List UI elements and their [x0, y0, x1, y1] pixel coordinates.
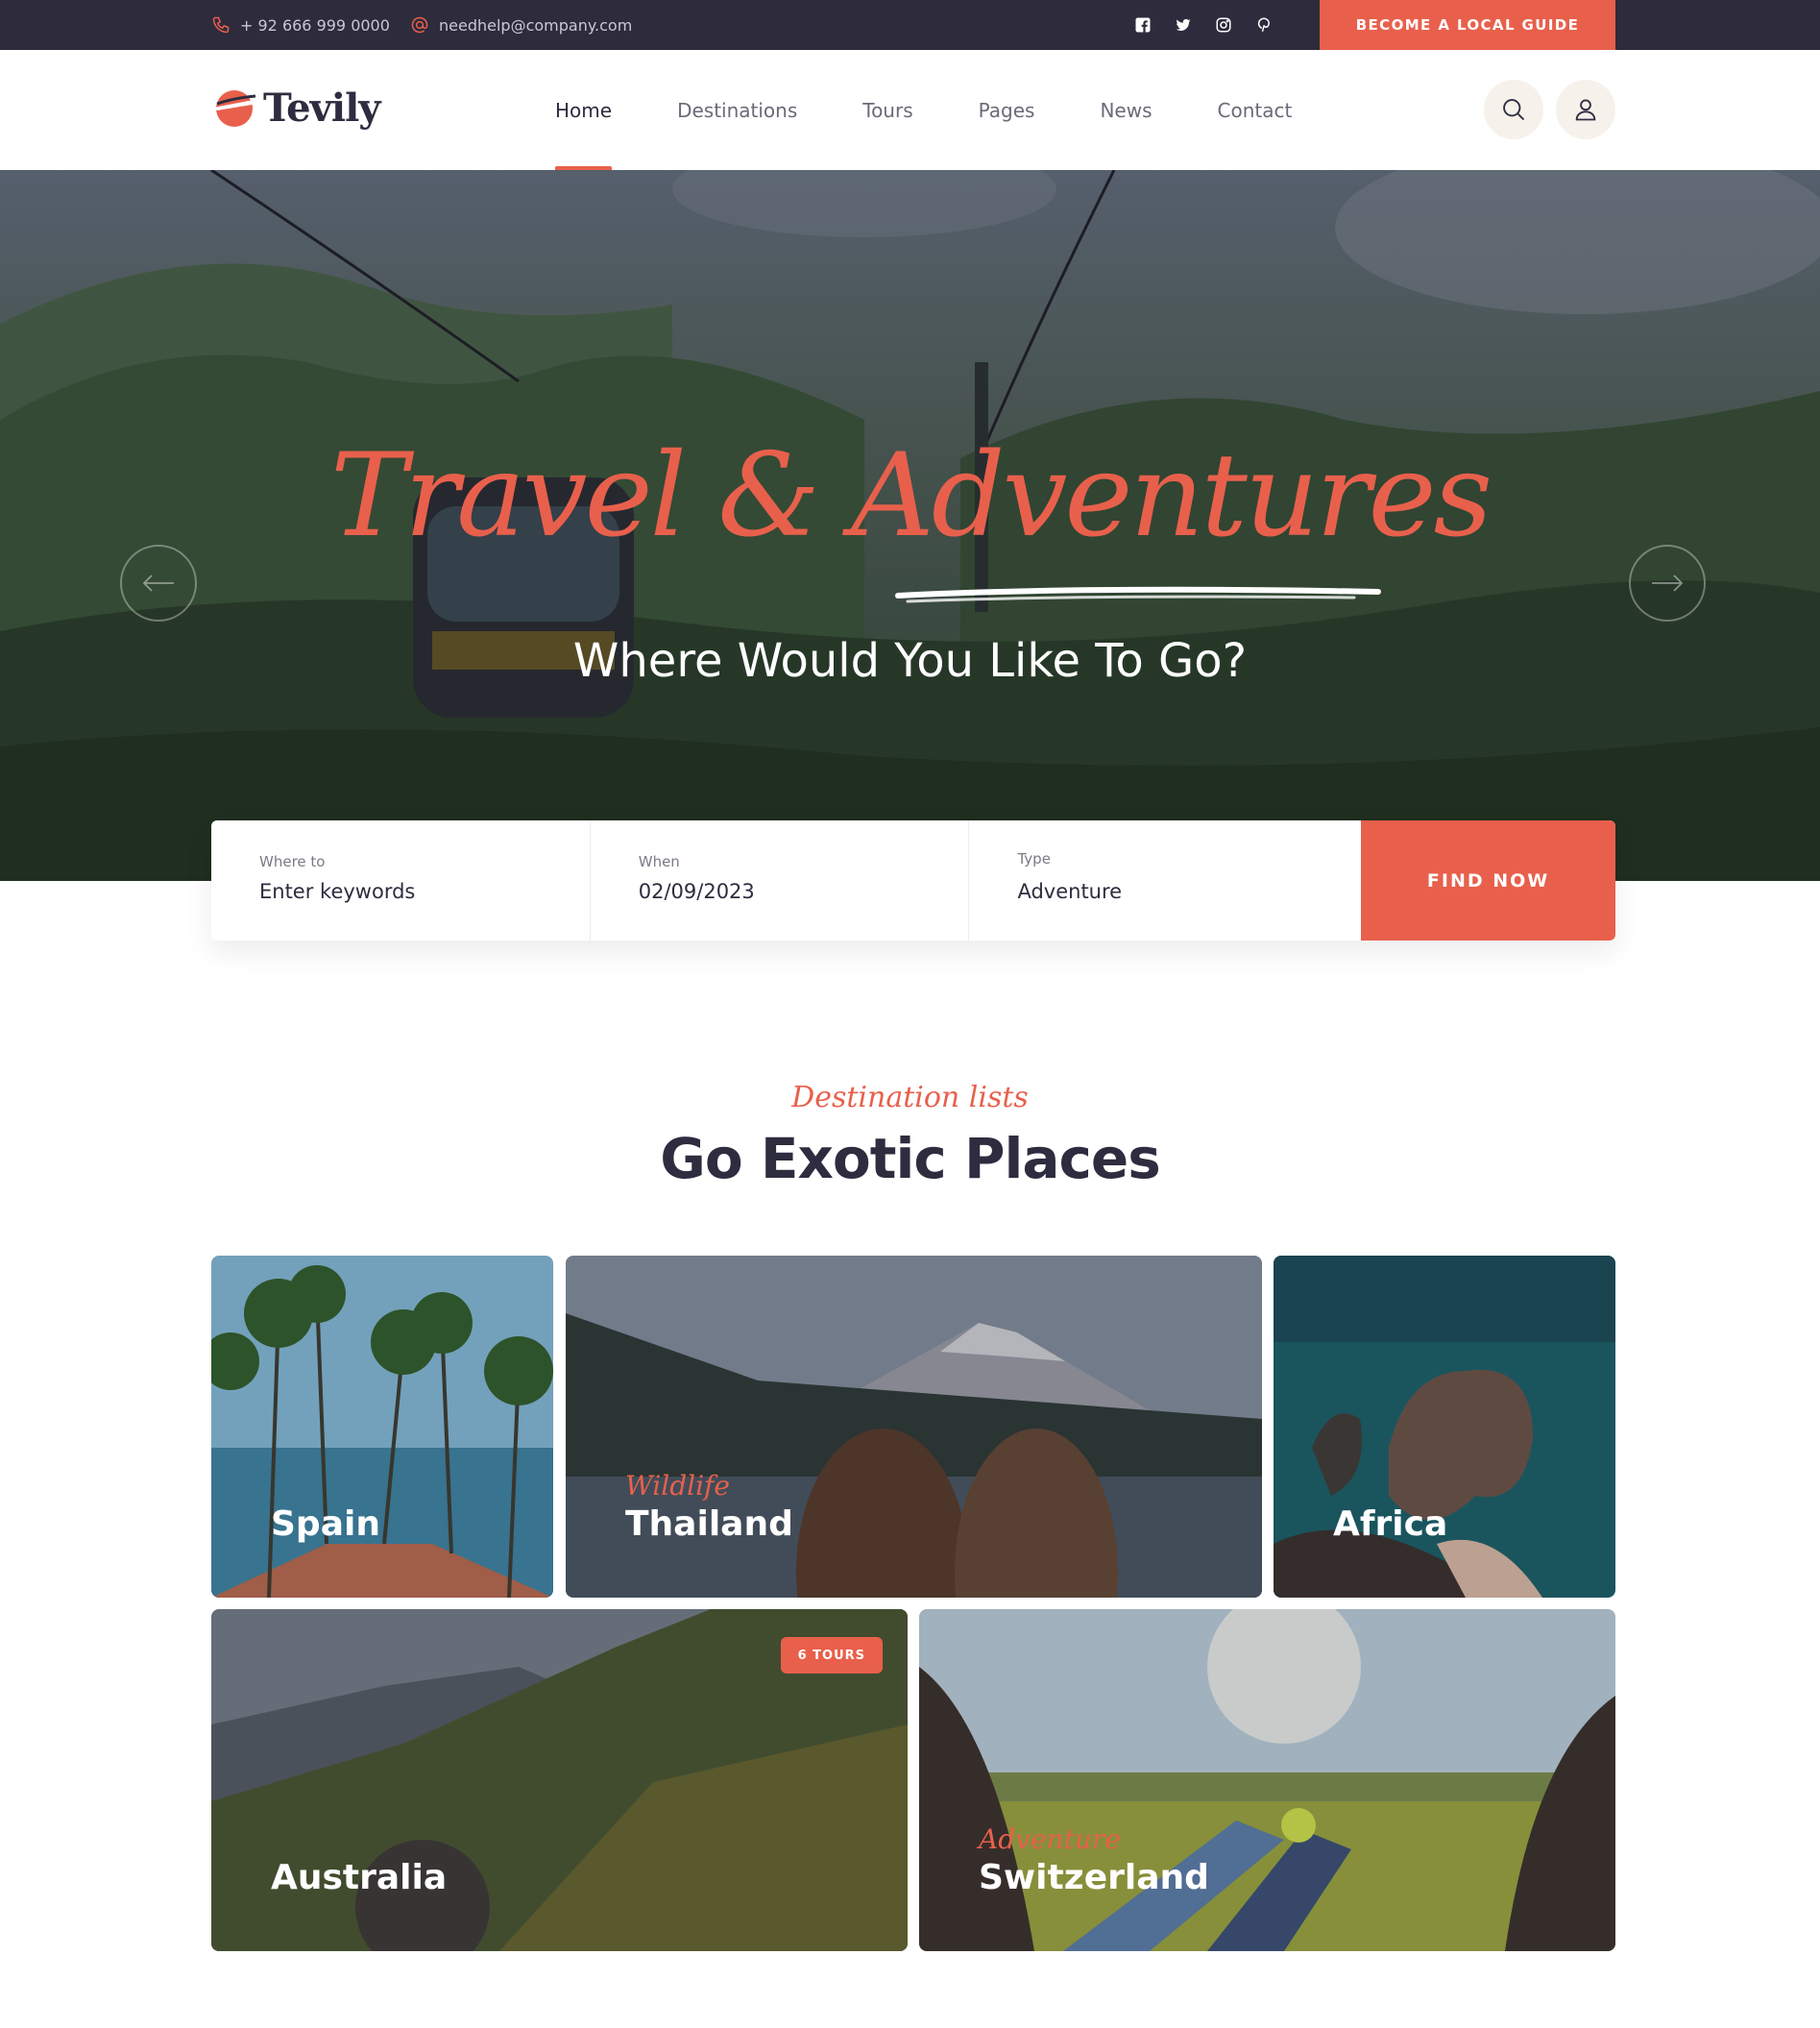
- nav-news[interactable]: News: [1100, 50, 1152, 170]
- top-bar: + 92 666 999 0000 needhelp@company.com B…: [0, 0, 1820, 50]
- become-local-guide-button[interactable]: BECOME A LOCAL GUIDE: [1320, 0, 1615, 50]
- social-links: [1133, 0, 1274, 50]
- search-icon: [1503, 99, 1525, 121]
- where-label: Where to: [259, 853, 326, 870]
- destination-card-switzerland[interactable]: Adventure Switzerland: [919, 1609, 1615, 1951]
- nav-pages[interactable]: Pages: [979, 50, 1035, 170]
- section-tagline: Destination lists: [791, 1081, 1029, 1114]
- destination-category: Adventure: [979, 1823, 1121, 1855]
- destination-category: Wildlife: [625, 1470, 730, 1502]
- nav-home[interactable]: Home: [555, 50, 613, 170]
- tour-count-badge: 6 TOURS: [780, 1637, 883, 1674]
- switzerland-image: [919, 1609, 1615, 1951]
- type-label: Type: [1017, 850, 1051, 867]
- phone-icon: [212, 16, 230, 34]
- find-now-button[interactable]: FIND NOW: [1361, 820, 1615, 941]
- main-header: Tevily Home Destinations Tours Pages New…: [0, 50, 1820, 170]
- hero-slider: Travel & Adventures Where Would You Like…: [0, 170, 1820, 881]
- where-input[interactable]: Enter keywords: [259, 880, 415, 903]
- plane-logo-icon: [213, 90, 256, 127]
- africa-image: [1274, 1256, 1615, 1598]
- hero-script-title: Travel & Adventures: [329, 429, 1492, 563]
- hero-subtitle: Where Would You Like To Go?: [572, 634, 1248, 688]
- email-address: needhelp@company.com: [439, 15, 633, 35]
- destination-name: Africa: [1333, 1504, 1448, 1544]
- pinterest-icon[interactable]: [1254, 15, 1274, 35]
- destination-card-africa[interactable]: Africa: [1274, 1256, 1615, 1598]
- slider-next-button[interactable]: [1629, 545, 1706, 622]
- where-field[interactable]: Where to Enter keywords: [211, 820, 591, 941]
- twitter-icon[interactable]: [1174, 15, 1193, 35]
- type-field[interactable]: Type Adventure: [969, 820, 1361, 941]
- type-select[interactable]: Adventure: [1017, 880, 1122, 903]
- underline-stroke: [895, 586, 1381, 603]
- email-contact[interactable]: needhelp@company.com: [410, 0, 632, 50]
- destination-name: Thailand: [625, 1504, 793, 1544]
- when-date-input[interactable]: 02/09/2023: [639, 880, 755, 903]
- tour-search-form: Where to Enter keywords When 02/09/2023 …: [211, 820, 1615, 941]
- destination-name: Spain: [271, 1504, 380, 1544]
- logo[interactable]: Tevily: [211, 85, 380, 131]
- phone-contact[interactable]: + 92 666 999 0000: [211, 0, 390, 50]
- destination-card-thailand[interactable]: Wildlife Thailand: [566, 1256, 1262, 1598]
- destination-name: Switzerland: [979, 1858, 1209, 1897]
- arrow-left-icon: [142, 574, 174, 592]
- arrow-right-icon: [1652, 574, 1684, 592]
- destination-card-australia[interactable]: 6 TOURS Australia: [211, 1609, 908, 1951]
- user-icon: [1575, 99, 1596, 121]
- main-nav: Home Destinations Tours Pages News Conta…: [555, 50, 1357, 170]
- nav-tours[interactable]: Tours: [862, 50, 912, 170]
- slider-prev-button[interactable]: [120, 545, 197, 622]
- nav-destinations[interactable]: Destinations: [677, 50, 797, 170]
- phone-number: + 92 666 999 0000: [240, 15, 390, 35]
- search-button[interactable]: [1484, 80, 1543, 139]
- at-icon: [411, 16, 428, 34]
- section-title: Go Exotic Places: [660, 1126, 1160, 1191]
- spain-image: [211, 1256, 553, 1598]
- when-field[interactable]: When 02/09/2023: [591, 820, 970, 941]
- instagram-icon[interactable]: [1214, 15, 1233, 35]
- thailand-image: [566, 1256, 1262, 1598]
- logo-text: Tevily: [263, 85, 380, 131]
- destination-card-spain[interactable]: Spain: [211, 1256, 553, 1598]
- account-button[interactable]: [1556, 80, 1615, 139]
- when-label: When: [638, 853, 680, 870]
- facebook-icon[interactable]: [1133, 15, 1153, 35]
- nav-contact[interactable]: Contact: [1218, 50, 1293, 170]
- destination-name: Australia: [271, 1858, 448, 1897]
